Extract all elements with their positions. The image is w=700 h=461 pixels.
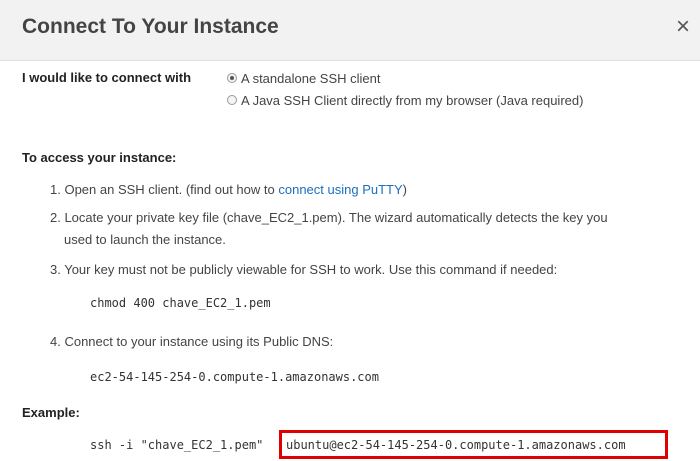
step-1-suffix: )	[402, 182, 407, 197]
connect-with-label: I would like to connect with	[22, 70, 192, 85]
step-2-line-2: used to launch the instance.	[64, 232, 226, 247]
radio-standalone-ssh-label[interactable]: A standalone SSH client	[241, 71, 380, 86]
access-heading: To access your instance:	[22, 150, 177, 165]
dialog-title: Connect To Your Instance	[22, 15, 279, 38]
dialog-header: Connect To Your Instance ×	[0, 0, 700, 61]
public-dns: ec2-54-145-254-0.compute-1.amazonaws.com	[90, 370, 379, 384]
example-command-target: ubuntu@ec2-54-145-254-0.compute-1.amazon…	[286, 438, 626, 452]
radio-java-ssh-label[interactable]: A Java SSH Client directly from my brows…	[241, 93, 583, 108]
putty-link[interactable]: connect using PuTTY	[278, 182, 402, 197]
chmod-command: chmod 400 chave_EC2_1.pem	[90, 296, 271, 310]
step-4: 4. Connect to your instance using its Pu…	[50, 334, 334, 349]
example-heading: Example:	[22, 405, 80, 420]
step-2-line-1: 2. Locate your private key file (chave_E…	[50, 210, 608, 225]
radio-standalone-ssh[interactable]	[227, 73, 237, 83]
step-1-text: 1. Open an SSH client. (find out how to	[50, 182, 279, 197]
radio-java-ssh[interactable]	[227, 95, 237, 105]
step-3: 3. Your key must not be publicly viewabl…	[50, 262, 558, 277]
close-icon[interactable]: ×	[676, 14, 700, 40]
example-command-prefix: ssh -i "chave_EC2_1.pem"	[90, 438, 264, 452]
step-1: 1. Open an SSH client. (find out how to …	[50, 182, 407, 197]
